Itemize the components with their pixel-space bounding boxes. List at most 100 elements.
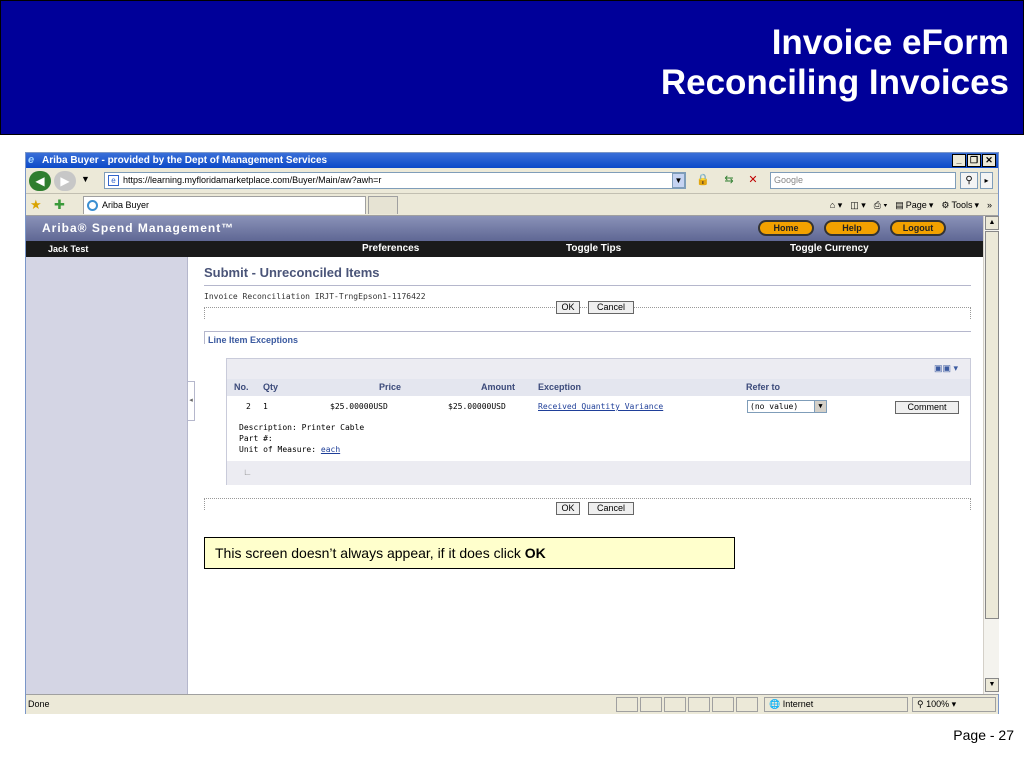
ariba-nav: Jack Test Preferences Toggle Tips Toggle… (26, 241, 983, 257)
refresh-icon[interactable]: ⇆ (720, 173, 738, 188)
exceptions-toolbar: ▣▣ ▾ (227, 359, 970, 379)
col-amount: Amount (481, 382, 515, 392)
description-value: Printer Cable (301, 423, 365, 432)
refer-to-value: (no value) (750, 402, 799, 411)
history-dropdown-icon[interactable]: ▼ (81, 174, 90, 184)
status-cells (616, 697, 758, 712)
page-menu-label: Page (905, 200, 927, 210)
user-name: Jack Test (48, 244, 89, 254)
col-price: Price (379, 382, 402, 392)
cell-price: $25.00000USD (330, 402, 388, 411)
vertical-scrollbar[interactable]: ▲ ▼ (983, 216, 999, 694)
zoom-control[interactable]: ⚲ 100% ▾ (912, 697, 996, 712)
ariba-logo: Ariba® Spend Management™ (42, 221, 235, 235)
help-button[interactable]: Help (824, 220, 880, 236)
feeds-icon[interactable]: ◫ ▾ (850, 197, 866, 213)
ok-button-bottom[interactable]: OK (556, 502, 580, 515)
collapse-pane-handle[interactable]: ◂ (187, 381, 195, 421)
col-no: No. (234, 382, 249, 392)
exception-link[interactable]: Received Quantity Variance (538, 399, 663, 415)
cell-amount: $25.00000USD (448, 402, 506, 411)
nav-toggle-tips[interactable]: Toggle Tips (566, 241, 621, 257)
ariba-header-buttons: Home Help Logout (758, 220, 946, 236)
print-icon[interactable]: ⎙ ▾ (874, 197, 887, 213)
part-label: Part #: (239, 434, 273, 443)
search-placeholder: Google (774, 175, 804, 185)
tab-ariba-buyer[interactable]: Ariba Buyer (83, 196, 366, 214)
search-dropdown-icon[interactable]: ▸ (980, 172, 993, 189)
exceptions-header-row: No. Qty Price Amount Exception Refer to (227, 379, 970, 396)
refer-to-select[interactable]: (no value) ▼ (747, 400, 827, 413)
security-zone[interactable]: 🌐 Internet (764, 697, 908, 712)
minimize-button[interactable]: _ (952, 154, 966, 167)
ie-logo-icon: e (28, 154, 35, 166)
title-divider (204, 285, 971, 286)
scroll-thumb[interactable] (985, 231, 999, 619)
callout-bold: OK (524, 545, 546, 561)
status-cell (640, 697, 662, 712)
window-controls: _ ❐ ✕ (952, 154, 996, 167)
search-icon[interactable]: ⚲ (960, 172, 978, 189)
ok-button-top[interactable]: OK (556, 301, 580, 314)
back-button[interactable]: ◀ (29, 171, 51, 191)
zoom-icon: ⚲ (917, 699, 924, 709)
tree-corner-icon: ∟ (243, 467, 252, 477)
status-cell (712, 697, 734, 712)
line-item-details: Description: Printer Cable Part #: Unit … (239, 422, 364, 455)
comment-button[interactable]: Comment (895, 401, 959, 414)
page-icon: e (108, 175, 119, 186)
command-bar: ⌂ ▾ ◫ ▾ ⎙ ▾ ▤ Page ▾ ⚙ Tools ▾ » (830, 197, 992, 213)
slide-header: Invoice eForm Reconciling Invoices (0, 0, 1024, 135)
table-row: 2 1 $25.00000USD $25.00000USD Received Q… (227, 399, 970, 419)
scroll-up-icon[interactable]: ▲ (985, 216, 999, 230)
slide-title: Invoice eForm Reconciling Invoices (661, 23, 1009, 103)
tools-menu[interactable]: ⚙ Tools ▾ (941, 197, 979, 213)
new-tab-button[interactable] (368, 196, 398, 214)
restore-button[interactable]: ❐ (967, 154, 981, 167)
nav-preferences[interactable]: Preferences (362, 241, 419, 257)
page-menu[interactable]: ▤ Page ▾ (895, 197, 933, 213)
tab-page-icon (87, 200, 98, 211)
slide-title-line1: Invoice eForm (771, 23, 1009, 62)
home-button[interactable]: Home (758, 220, 814, 236)
add-favorites-icon[interactable]: ✚ (54, 197, 65, 213)
uom-link[interactable]: each (321, 445, 340, 454)
status-cell (688, 697, 710, 712)
logout-button[interactable]: Logout (890, 220, 946, 236)
search-input[interactable]: Google (770, 172, 956, 189)
url-dropdown-icon[interactable]: ▼ (672, 173, 685, 188)
page-title: Submit - Unreconciled Items (204, 265, 380, 280)
table-options-icon[interactable]: ▣▣ ▾ (934, 363, 958, 374)
cancel-button-top[interactable]: Cancel (588, 301, 634, 314)
tab-label: Ariba Buyer (102, 200, 150, 210)
url-text: https://learning.myfloridamarketplace.co… (123, 175, 382, 185)
cell-no: 2 (246, 402, 251, 411)
url-input[interactable]: e https://learning.myfloridamarketplace.… (104, 172, 686, 189)
status-text: Done (28, 699, 50, 709)
stop-icon[interactable]: ✕ (744, 173, 762, 188)
lock-icon[interactable]: 🔒 (694, 173, 712, 188)
protected-mode-icon[interactable] (736, 697, 758, 712)
chevron-more-icon[interactable]: » (987, 197, 992, 213)
globe-icon: 🌐 (769, 699, 781, 709)
chevron-down-icon: ▼ (814, 401, 826, 412)
favorites-star-icon[interactable]: ★ (30, 197, 42, 213)
scroll-down-icon[interactable]: ▼ (985, 678, 999, 692)
cancel-button-bottom[interactable]: Cancel (588, 502, 634, 515)
address-bar: ◀ ▶ ▼ e https://learning.myfloridamarket… (26, 168, 998, 194)
close-button[interactable]: ✕ (982, 154, 996, 167)
exceptions-panel: ▣▣ ▾ No. Qty Price Amount Exception Refe… (226, 358, 971, 485)
forward-button[interactable]: ▶ (54, 171, 76, 191)
home-icon[interactable]: ⌂ ▾ (830, 197, 842, 213)
col-exception: Exception (538, 382, 582, 392)
browser-window: e Ariba Buyer - provided by the Dept of … (25, 152, 999, 714)
col-qty: Qty (263, 382, 279, 392)
page-number: Page - 27 (953, 727, 1014, 743)
uom-label: Unit of Measure: (239, 445, 317, 454)
left-pane (26, 257, 188, 694)
zoom-level: 100% (926, 699, 950, 709)
nav-toggle-currency[interactable]: Toggle Currency (790, 241, 869, 257)
callout-text: This screen doesn’t always appear, if it… (215, 545, 525, 561)
description-line: Description: Printer Cable (239, 422, 364, 433)
cell-qty: 1 (263, 402, 268, 411)
